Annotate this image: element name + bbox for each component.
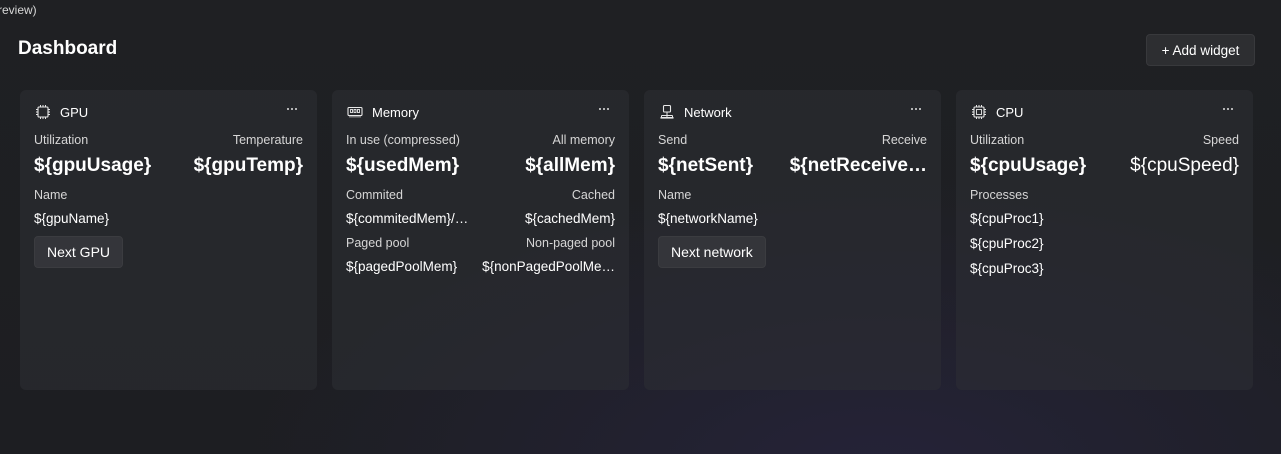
paged-pool-value: ${pagedPoolMem} (346, 259, 458, 274)
cpu-widget: CPU Utilization Speed ${cpuUsage} ${cpuS… (956, 90, 1253, 390)
in-use-value: ${usedMem} (346, 155, 459, 176)
widget-title: CPU (996, 105, 1024, 120)
more-options-icon[interactable] (1217, 100, 1239, 118)
all-memory-value: ${allMem} (525, 155, 615, 176)
cpu-icon (972, 105, 986, 119)
committed-value: ${commitedMem}/… (346, 211, 469, 226)
processes-label: Processes (970, 188, 1029, 202)
widget-title: Network (684, 105, 732, 120)
memory-icon (347, 106, 363, 118)
paged-pool-label: Paged pool (346, 236, 410, 250)
more-options-icon[interactable] (281, 100, 303, 118)
in-use-label: In use (compressed) (346, 133, 460, 147)
memory-widget: Memory In use (compressed) All memory ${… (332, 90, 629, 390)
more-options-icon[interactable] (905, 100, 927, 118)
process-item: ${cpuProc2} (970, 236, 1044, 251)
widget-header: CPU (956, 90, 1253, 134)
network-icon (660, 104, 674, 119)
widget-title: GPU (60, 105, 89, 120)
utilization-label: Utilization (970, 133, 1025, 147)
committed-label: Commited (346, 188, 403, 202)
temperature-label: Temperature (232, 133, 303, 147)
next-network-button[interactable]: Next network (658, 236, 766, 268)
network-widget: Network Send Receive ${netSent} ${netRec… (644, 90, 941, 390)
utilization-value: ${cpuUsage} (970, 155, 1087, 176)
widget-header: Network (644, 90, 941, 134)
process-item: ${cpuProc1} (970, 211, 1044, 226)
cached-label: Cached (571, 188, 615, 202)
cached-value: ${cachedMem} (524, 211, 615, 226)
non-paged-pool-label: Non-paged pool (526, 236, 615, 250)
widget-header: Memory (332, 90, 629, 134)
receive-value: ${netReceive… (789, 155, 927, 176)
temperature-value: ${gpuTemp} (193, 155, 303, 176)
all-memory-label: All memory (552, 133, 615, 147)
speed-label: Speed (1202, 133, 1239, 147)
network-name-value: ${networkName} (658, 211, 758, 226)
chip-icon (36, 105, 50, 119)
send-value: ${netSent} (658, 155, 754, 176)
name-label: Name (34, 188, 68, 202)
utilization-value: ${gpuUsage} (34, 155, 152, 176)
gpu-name-value: ${gpuName} (34, 211, 110, 226)
process-item: ${cpuProc3} (970, 261, 1044, 276)
page-title: Dashboard (18, 38, 118, 59)
next-gpu-button[interactable]: Next GPU (34, 236, 124, 268)
gpu-widget: GPU Utilization Temperature ${gpuUsage} … (20, 90, 317, 390)
more-options-icon[interactable] (593, 100, 615, 118)
widget-header: GPU (20, 90, 317, 134)
utilization-label: Utilization (34, 133, 89, 147)
name-label: Name (658, 188, 692, 202)
send-label: Send (658, 133, 688, 147)
widget-title: Memory (372, 105, 419, 120)
add-widget-button[interactable]: + Add widget (1146, 34, 1255, 66)
window-title-fragment: review) (0, 3, 37, 17)
speed-value: ${cpuSpeed} (1130, 155, 1239, 176)
non-paged-pool-value: ${nonPagedPoolMe… (482, 259, 615, 274)
receive-label: Receive (881, 133, 927, 147)
